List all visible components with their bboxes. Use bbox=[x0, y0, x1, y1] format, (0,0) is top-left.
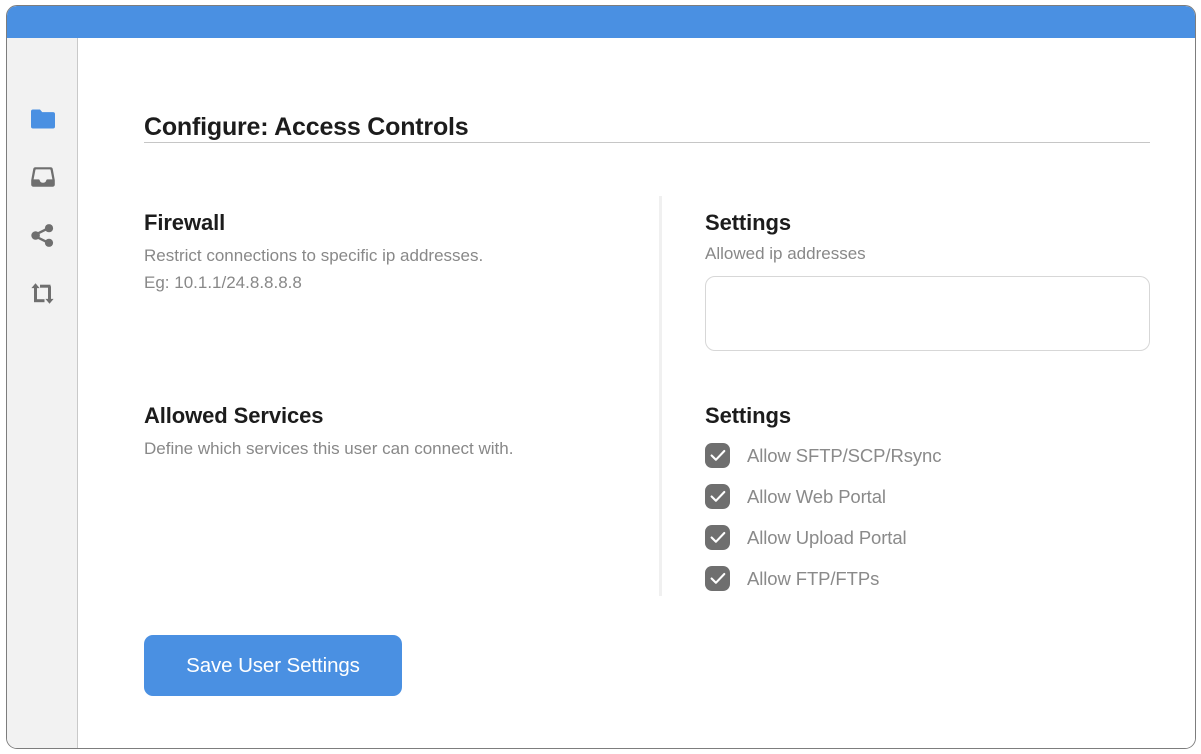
sidebar-item-inbox[interactable] bbox=[7, 148, 78, 206]
checkbox-row-web-portal[interactable]: Allow Web Portal bbox=[705, 476, 1151, 517]
title-divider bbox=[144, 142, 1150, 143]
firewall-description-line2: Eg: 10.1.1/24.8.8.8.8 bbox=[144, 273, 302, 292]
sidebar-item-transfers[interactable] bbox=[7, 264, 78, 322]
checkbox-checked-icon[interactable] bbox=[705, 443, 730, 468]
allowed-services-description: Define which services this user can conn… bbox=[144, 439, 514, 458]
checkbox-checked-icon[interactable] bbox=[705, 566, 730, 591]
checkbox-label: Allow Upload Portal bbox=[747, 526, 907, 548]
main-content: Configure: Access Controls Firewall Rest… bbox=[79, 38, 1195, 748]
window-titlebar bbox=[7, 6, 1195, 38]
checkbox-label: Allow Web Portal bbox=[747, 485, 886, 507]
checkbox-label: Allow FTP/FTPs bbox=[747, 567, 880, 589]
sidebar-item-files[interactable] bbox=[7, 90, 78, 148]
firewall-description-line1: Restrict connections to specific ip addr… bbox=[144, 246, 484, 265]
checkbox-label: Allow SFTP/SCP/Rsync bbox=[747, 444, 942, 466]
share-icon bbox=[30, 223, 55, 248]
checkbox-checked-icon[interactable] bbox=[705, 484, 730, 509]
firewall-settings-section: Settings Allowed ip addresses bbox=[705, 210, 1151, 351]
checkbox-checked-icon[interactable] bbox=[705, 525, 730, 550]
inbox-icon bbox=[30, 165, 56, 189]
allowed-ip-label: Allowed ip addresses bbox=[705, 244, 866, 263]
folder-icon bbox=[30, 108, 56, 130]
application-window: Configure: Access Controls Firewall Rest… bbox=[6, 5, 1196, 749]
save-user-settings-button[interactable]: Save User Settings bbox=[144, 635, 402, 696]
checkbox-row-sftp[interactable]: Allow SFTP/SCP/Rsync bbox=[705, 435, 1151, 476]
checkbox-row-ftp[interactable]: Allow FTP/FTPs bbox=[705, 558, 1151, 599]
firewall-section: Firewall Restrict connections to specifi… bbox=[144, 210, 664, 296]
service-settings-section: Settings Allow SFTP/SCP/Rsync Allow Web … bbox=[705, 403, 1151, 599]
allowed-ip-addresses-input[interactable] bbox=[705, 276, 1150, 351]
firewall-description: Restrict connections to specific ip addr… bbox=[144, 242, 664, 296]
sidebar-item-share[interactable] bbox=[7, 206, 78, 264]
exchange-icon bbox=[30, 282, 55, 305]
firewall-settings-heading: Settings bbox=[705, 210, 791, 235]
sidebar-navigation bbox=[7, 38, 78, 748]
checkbox-row-upload-portal[interactable]: Allow Upload Portal bbox=[705, 517, 1151, 558]
allowed-services-section: Allowed Services Define which services t… bbox=[144, 403, 664, 462]
firewall-heading: Firewall bbox=[144, 210, 226, 235]
service-checkbox-list: Allow SFTP/SCP/Rsync Allow Web Portal Al… bbox=[705, 435, 1151, 599]
page-title: Configure: Access Controls bbox=[144, 112, 469, 141]
allowed-services-heading: Allowed Services bbox=[144, 403, 324, 428]
service-settings-heading: Settings bbox=[705, 403, 791, 428]
